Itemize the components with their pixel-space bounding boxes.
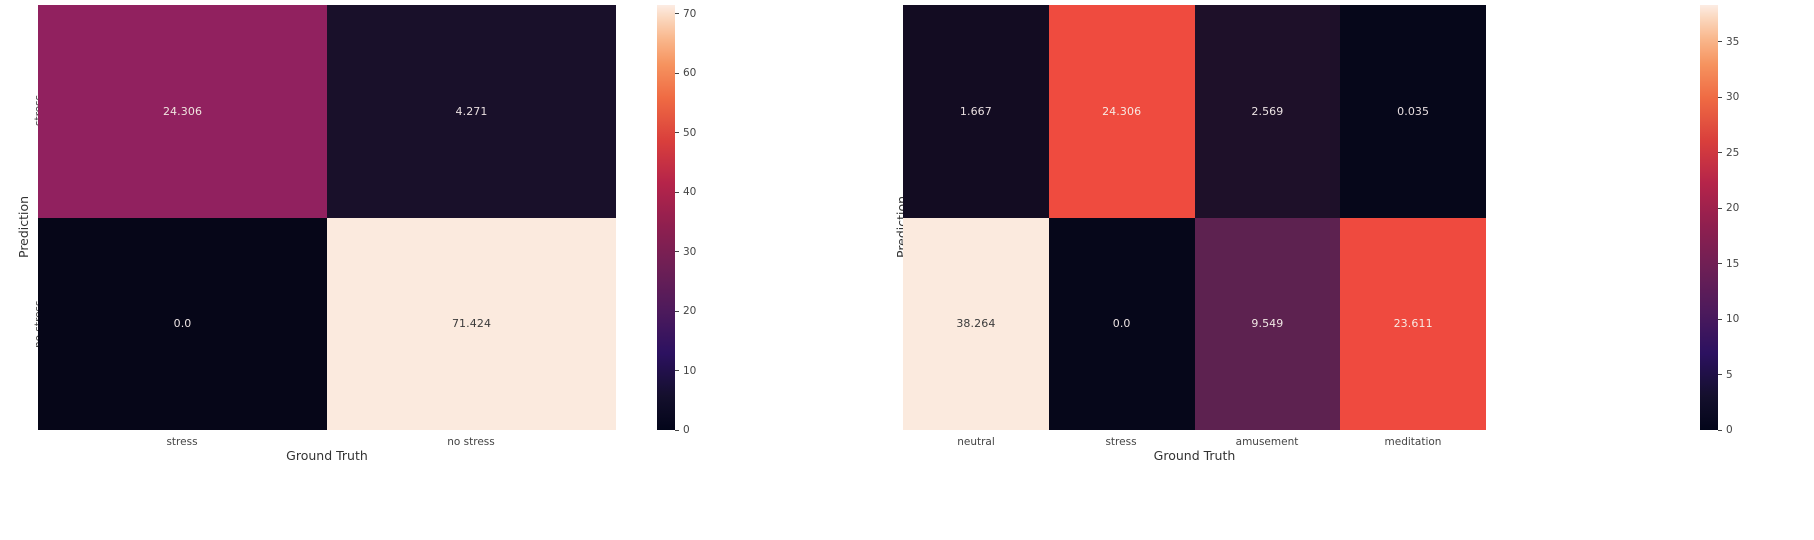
tick-label: 15 [1726,257,1740,270]
cell-value: 38.264 [956,317,996,331]
left-y-axis-label: Prediction [16,195,31,258]
tick-dash-icon [1718,318,1722,320]
left-colorbar-tick: 20 [675,305,696,317]
tick-dash-icon [1718,41,1722,42]
tick-dash-icon [675,132,679,133]
right-x-tick-3: meditation [1384,436,1442,448]
left-colorbar-tick: 40 [675,186,696,198]
tick-dash-icon [675,72,679,74]
cell-value: 2.569 [1251,104,1284,118]
right-colorbar-tick: 5 [1718,369,1733,381]
cell-value: 24.306 [162,104,203,118]
left-colorbar-tick: 50 [675,127,696,139]
left-x-tick-1: no stress [447,436,495,448]
tick-label: 10 [683,364,697,377]
cell-value: 4.271 [455,104,488,118]
cell-value: 23.611 [1393,317,1433,331]
tick-label: 40 [683,186,697,198]
tick-label: 35 [1726,35,1740,48]
heatmap-cell: 71.424 [327,217,616,430]
heatmap-cell: 24.306 [38,5,327,218]
cell-value: 24.306 [1102,104,1142,118]
tick-dash-icon [675,191,679,193]
panel-multiclass-confusion-matrix: Prediction stress no stress 1.667 24.306… [880,0,1814,540]
right-colorbar-gradient [1700,5,1718,430]
tick-label: 0 [683,424,690,436]
tick-dash-icon [1718,152,1722,153]
tick-dash-icon [1718,263,1722,264]
tick-dash-icon [1718,207,1722,209]
right-colorbar-tick: 35 [1718,36,1739,48]
tick-dash-icon [675,13,679,14]
right-colorbar-tick: 0 [1718,424,1733,436]
heatmap-cell: 9.549 [1194,217,1341,430]
tick-label: 50 [683,126,697,139]
heatmap-cell: 2.569 [1194,5,1341,218]
tick-label: 30 [1726,91,1740,103]
right-colorbar-tick: 15 [1718,258,1739,270]
tick-dash-icon [675,251,679,252]
tick-label: 30 [683,245,697,258]
heatmap-cell: 1.667 [903,5,1049,218]
left-colorbar: 0 10 20 30 40 50 60 70 [657,5,696,436]
heatmap-cell: 4.271 [327,5,616,218]
right-x-tick-1: stress [1105,436,1137,448]
tick-label: 60 [683,67,697,79]
right-colorbar-tick: 25 [1718,147,1739,159]
tick-dash-icon [1718,374,1722,375]
tick-label: 10 [1726,313,1740,325]
right-colorbar-tick: 20 [1718,202,1739,214]
left-x-axis-label: Ground Truth [286,448,368,463]
cell-value: 1.667 [959,104,992,118]
tick-dash-icon [675,370,679,371]
heatmap-cell: 38.264 [903,217,1049,430]
tick-label: 0 [1726,424,1733,436]
tick-label: 25 [1726,146,1740,159]
right-colorbar: 0 5 10 15 20 25 30 35 [1700,5,1739,436]
heatmap-cell: 0.0 [1048,217,1195,430]
tick-label: 20 [683,305,697,317]
tick-dash-icon [675,310,679,312]
left-colorbar-tick: 70 [675,8,696,20]
panel-binary-confusion-matrix: Prediction stress no stress 24.306 4.271… [0,0,820,540]
right-heatmap: 1.667 24.306 2.569 0.035 38.264 0.0 9.54… [903,5,1486,430]
left-heatmap: 24.306 4.271 0.0 71.424 [38,5,616,430]
tick-dash-icon [675,429,679,431]
right-x-tick-0: neutral [957,436,995,448]
right-x-axis-label: Ground Truth [1153,448,1236,463]
tick-label: 20 [1726,202,1740,214]
cell-value: 0.0 [1112,317,1131,331]
cell-value: 71.424 [451,317,492,331]
left-colorbar-tick: 10 [675,365,696,377]
left-colorbar-gradient [657,5,675,430]
figure-canvas: Prediction stress no stress 24.306 4.271… [0,0,1814,540]
cell-value: 9.549 [1251,317,1284,331]
cell-value: 0.035 [1397,104,1430,118]
tick-dash-icon [1718,429,1722,431]
heatmap-cell: 24.306 [1048,5,1195,218]
left-colorbar-tick: 0 [675,424,690,436]
heatmap-cell: 0.0 [38,217,327,430]
left-colorbar-tick: 60 [675,67,696,79]
heatmap-cell: 23.611 [1340,217,1486,430]
right-x-tick-2: amusement [1235,436,1299,448]
tick-label: 5 [1726,368,1733,381]
left-x-tick-0: stress [166,436,198,448]
cell-value: 0.0 [173,317,192,331]
right-colorbar-tick: 30 [1718,91,1739,103]
right-colorbar-tick: 10 [1718,313,1739,325]
heatmap-cell: 0.035 [1340,5,1486,218]
left-colorbar-tick: 30 [675,246,696,258]
tick-label: 70 [683,7,697,20]
tick-dash-icon [1718,96,1722,98]
